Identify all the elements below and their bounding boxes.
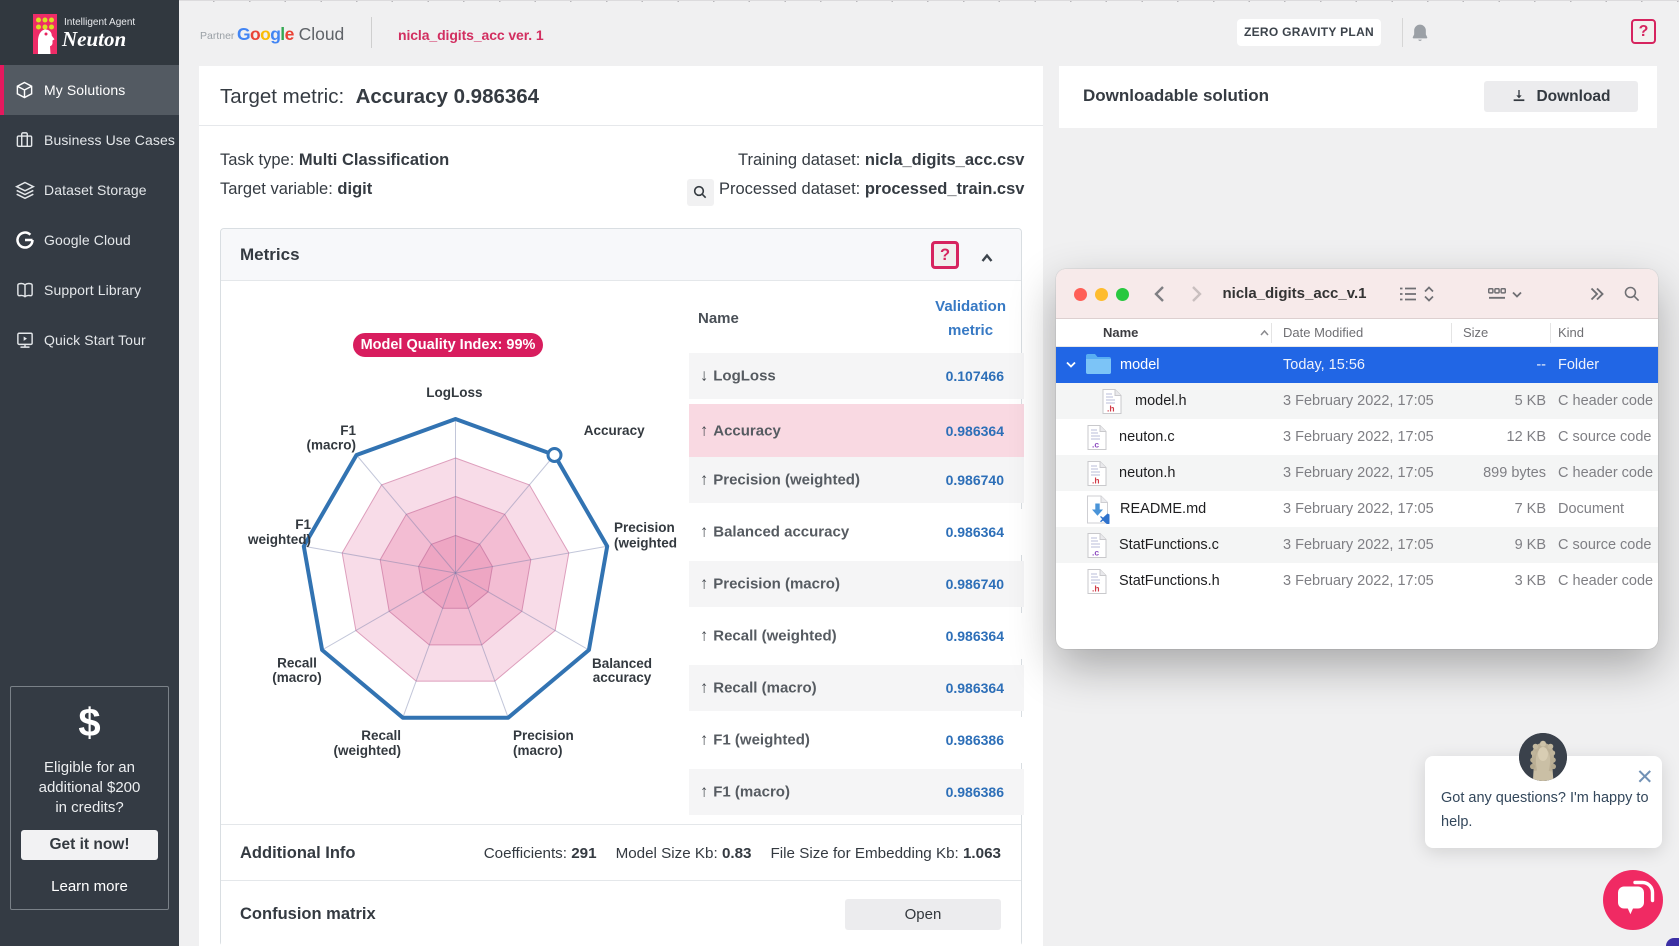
svg-text:(macro): (macro) [513, 743, 563, 758]
svg-text:Recall: Recall [361, 728, 401, 743]
svg-text:F1: F1 [340, 423, 356, 438]
svg-text:.h: .h [1107, 404, 1115, 414]
svg-text:.h: .h [1092, 584, 1100, 594]
svg-text:LogLoss: LogLoss [426, 385, 482, 400]
svg-text:Accuracy: Accuracy [584, 423, 645, 438]
svg-text:accuracy: accuracy [593, 670, 652, 685]
svg-text:weighted): weighted) [247, 532, 311, 547]
svg-text:.h: .h [1092, 476, 1100, 486]
svg-text:Recall: Recall [277, 655, 317, 670]
svg-text:Balanced: Balanced [592, 656, 652, 671]
svg-text:(macro): (macro) [306, 438, 356, 453]
svg-text:.c: .c [1092, 548, 1099, 558]
svg-text:F1: F1 [295, 517, 311, 532]
svg-text:(weighted: (weighted [614, 536, 677, 551]
svg-text:Precision: Precision [614, 520, 675, 535]
svg-text:.c: .c [1092, 440, 1099, 450]
svg-text:Precision: Precision [513, 728, 574, 743]
svg-text:(weighted): (weighted) [334, 743, 402, 758]
svg-text:(macro): (macro) [272, 670, 322, 685]
